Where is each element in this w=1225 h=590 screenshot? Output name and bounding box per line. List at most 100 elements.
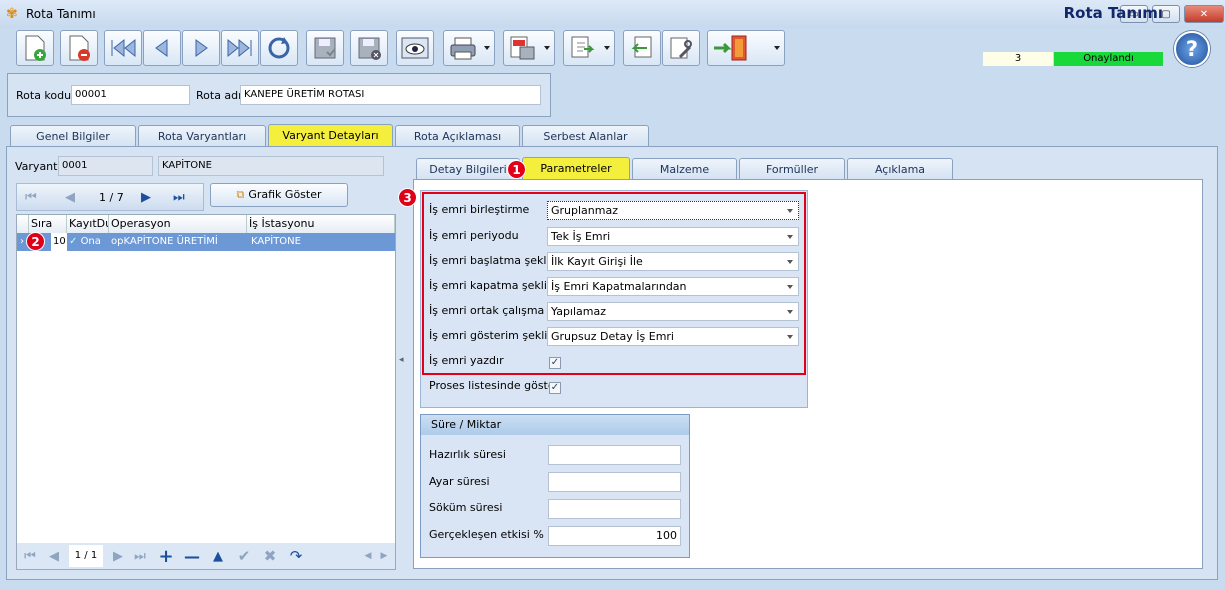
cancel-icon[interactable]: ✖ [261, 547, 279, 565]
grid-navigator: ⏮ ◀ 1 / 1 ▶ ⏭ + — ▲ ✔ ✖ ↷ ◀ ▶ [17, 543, 395, 569]
label-ayar: Ayar süresi [429, 475, 490, 488]
chevron-down-icon [774, 46, 780, 50]
tab-malzeme[interactable]: Malzeme [632, 158, 737, 180]
last-icon[interactable]: ⏭ [173, 190, 185, 205]
check-icon: ✓ [69, 236, 81, 247]
next-icon[interactable]: ▶ [109, 547, 127, 565]
print-button[interactable] [443, 30, 495, 66]
exit-door-icon [714, 35, 747, 61]
column-header-label: Sıra [31, 217, 53, 230]
annotation-badge-1: 1 [507, 160, 526, 179]
grid-nav-text: 1 / 1 [69, 545, 103, 567]
annotation-badge-3: 3 [398, 188, 417, 207]
input-gerceklesen[interactable]: 100 [548, 526, 681, 546]
rota-kodu-label: Rota kodu [16, 89, 72, 102]
tab-parametreler[interactable]: Parametreler [522, 157, 630, 180]
tab-varyant-detaylari[interactable]: Varyant Detayları [268, 124, 393, 147]
wrench-document-icon [670, 37, 692, 59]
new-record-button[interactable] [16, 30, 54, 66]
column-header-is-istasyonu[interactable]: İş İstasyonu [247, 215, 395, 233]
tab-genel-bilgiler[interactable]: Genel Bilgiler [10, 125, 136, 147]
variant-code: 0001 [58, 156, 153, 176]
tab-serbest-alanlar[interactable]: Serbest Alanlar [522, 125, 649, 147]
last-record-button[interactable] [221, 30, 259, 66]
rota-kodu-input[interactable]: 00001 [71, 85, 190, 105]
delete-record-button[interactable] [60, 30, 98, 66]
remove-icon[interactable]: — [183, 547, 201, 566]
column-header-operasyon[interactable]: Operasyon [109, 215, 247, 233]
tab-rota-aciklamasi[interactable]: Rota Açıklaması [395, 125, 520, 147]
tab-aciklama[interactable]: Açıklama [847, 158, 953, 180]
save-close-button[interactable] [350, 30, 388, 66]
column-header-kayitdurumu[interactable]: KayıtDu [67, 215, 109, 233]
input-ayar[interactable] [548, 472, 681, 492]
tab-rota-varyantlari[interactable]: Rota Varyantları [138, 125, 266, 147]
export-button[interactable] [563, 30, 615, 66]
edit-icon[interactable]: ▲ [209, 547, 227, 565]
help-button[interactable]: ? [1174, 31, 1210, 67]
confirm-icon[interactable]: ✔ [235, 547, 253, 565]
param-select-ortak-calisma[interactable]: Yapılamaz [547, 302, 799, 321]
record-count: 3 [983, 52, 1053, 66]
cell-durum-label: Ona [80, 236, 101, 247]
tab-detay-bilgileri[interactable]: Detay Bilgileri [416, 158, 520, 180]
first-icon[interactable]: ⏮ [25, 190, 37, 205]
input-sokum[interactable] [548, 499, 681, 519]
checkbox-proses[interactable]: ✓ [549, 382, 561, 394]
previous-icon[interactable]: ◀ [65, 190, 75, 205]
save-icon [314, 37, 336, 59]
param-select-kapatma[interactable]: İş Emri Kapatmalarından [547, 277, 799, 296]
settings-button[interactable] [662, 30, 700, 66]
first-record-button[interactable] [104, 30, 142, 66]
preview-button[interactable] [396, 30, 434, 66]
rota-adi-label: Rota adı [196, 89, 242, 102]
chevron-down-icon [604, 46, 610, 50]
help-icon: ? [1185, 37, 1199, 61]
check-label-yazdir: İş emri yazdır [429, 354, 504, 367]
variant-label: Varyant [15, 160, 58, 173]
next-icon[interactable]: ▶ [141, 190, 151, 205]
add-icon[interactable]: + [157, 546, 175, 567]
first-icon[interactable]: ⏮ [21, 547, 39, 565]
cell-durum: ✓ Ona [67, 233, 109, 251]
delete-document-icon [69, 35, 90, 61]
table-row[interactable]: › 10 ✓ Ona opKAPİTONE ÜRETİMİ KAPİTONE [17, 233, 395, 251]
scroll-right-icon[interactable]: ▶ [375, 547, 393, 565]
param-select-gosterim[interactable]: Grupsuz Detay İş Emri [547, 327, 799, 346]
previous-record-button[interactable] [143, 30, 181, 66]
input-hazirlik[interactable] [548, 445, 681, 465]
graph-button-label: Grafik Göster [248, 188, 322, 201]
label-gerceklesen: Gerçekleşen etkisi % [429, 528, 544, 541]
column-header-sira[interactable]: Sıra [29, 215, 67, 233]
param-label-baslatma: İş emri başlatma şekli [429, 254, 550, 267]
graph-button[interactable]: ⧉ Grafik Göster [210, 183, 348, 207]
variant-name: KAPİTONE [158, 156, 384, 176]
param-select-baslatma[interactable]: İlk Kayıt Girişi İle [547, 252, 799, 271]
pager-text: 1 / 7 [99, 191, 124, 204]
param-select-birlestirme[interactable]: Gruplanmaz [547, 201, 799, 220]
org-chart-icon: ⧉ [236, 188, 245, 201]
document-import-icon [631, 36, 652, 58]
variant-pager: ⏮ ◀ 1 / 7 ▶ ⏭ [16, 183, 204, 211]
label-sokum: Söküm süresi [429, 501, 503, 514]
eye-preview-icon [401, 37, 429, 59]
row-indicator-header [17, 215, 29, 233]
exit-button[interactable] [707, 30, 785, 66]
import-button[interactable] [623, 30, 661, 66]
close-button[interactable]: ✕ [1184, 5, 1224, 23]
butterfly-icon: ✾ [6, 6, 18, 22]
splitter-handle[interactable]: ◂ [399, 355, 407, 371]
checkbox-yazdir[interactable]: ✓ [549, 357, 561, 369]
save-button[interactable] [306, 30, 344, 66]
export-pdf-button[interactable] [503, 30, 555, 66]
tab-formuller[interactable]: Formüller [739, 158, 845, 180]
refresh-button[interactable] [260, 30, 298, 66]
previous-icon [155, 39, 168, 57]
previous-icon[interactable]: ◀ [45, 547, 63, 565]
rota-adi-input[interactable]: KANEPE ÜRETİM ROTASI [240, 85, 541, 105]
annotation-badge-2: 2 [26, 232, 45, 251]
refresh-icon[interactable]: ↷ [287, 547, 305, 565]
param-select-periyodu[interactable]: Tek İş Emri [547, 227, 799, 246]
next-record-button[interactable] [182, 30, 220, 66]
last-icon[interactable]: ⏭ [131, 547, 149, 565]
